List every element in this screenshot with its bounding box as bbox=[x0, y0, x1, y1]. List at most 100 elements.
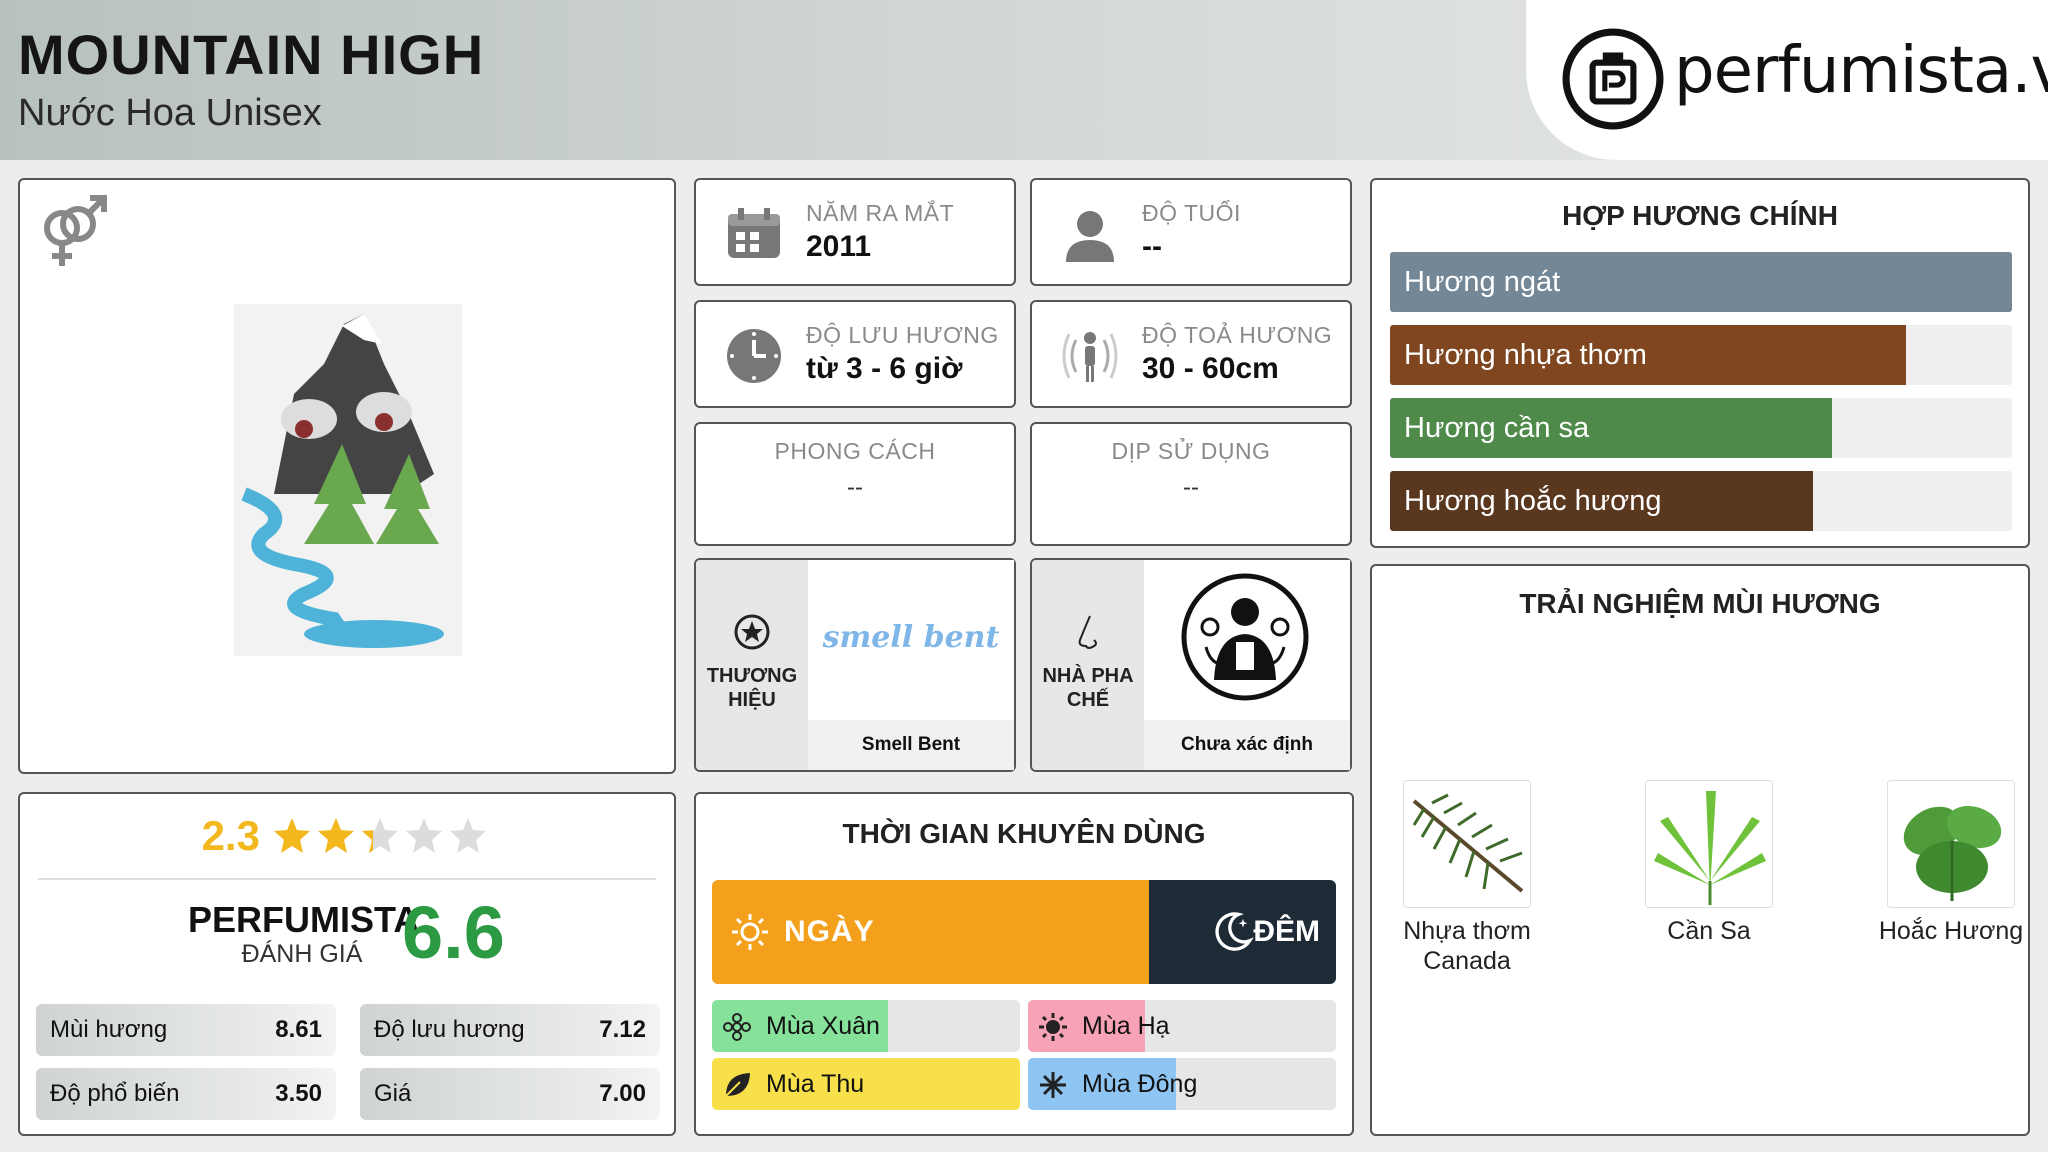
user-rating: 2.3 bbox=[20, 812, 674, 862]
sillage-icon bbox=[1062, 332, 1118, 382]
logo-text: perfumista.vn bbox=[1674, 34, 2048, 108]
header: MOUNTAIN HIGH Nước Hoa Unisex perfumista… bbox=[0, 0, 2048, 160]
occasion-card: DỊP SỬ DỤNG -- bbox=[1030, 422, 1352, 546]
rating-stars bbox=[272, 816, 492, 856]
season-label: Mùa Xuân bbox=[766, 1012, 880, 1040]
note-item[interactable]: Cần Sa bbox=[1624, 780, 1794, 946]
page-subtitle: Nước Hoa Unisex bbox=[18, 92, 322, 134]
perfumista-sub-label: ĐÁNH GIÁ bbox=[241, 940, 363, 968]
age-value: -- bbox=[1142, 230, 1162, 263]
note-label: Cần Sa bbox=[1667, 917, 1751, 945]
day-night-bar: NGÀY ĐÊM bbox=[712, 880, 1336, 984]
day-portion: NGÀY bbox=[712, 880, 1149, 984]
perfumer-card[interactable]: NHÀ PHA CHẾ Chưa xác định bbox=[1030, 558, 1352, 772]
sillage-value: 30 - 60cm bbox=[1142, 352, 1279, 385]
note-item[interactable]: Hoắc Hương bbox=[1866, 780, 2036, 946]
score-longevity: Độ lưu hương 7.12 bbox=[360, 1004, 660, 1056]
night-label: ĐÊM bbox=[1253, 915, 1320, 948]
season-spring: Mùa Xuân bbox=[712, 1000, 1020, 1052]
star-icon bbox=[450, 818, 487, 853]
brand-logo: smell bent bbox=[822, 620, 1000, 655]
moon-icon bbox=[1215, 912, 1254, 951]
clock-icon bbox=[727, 329, 781, 383]
flower-icon bbox=[723, 1013, 751, 1041]
score-label: Mùi hương bbox=[50, 1016, 168, 1043]
accord-bar: Hương hoắc hương bbox=[1390, 471, 2012, 531]
perfumer-side-panel: NHÀ PHA CHẾ bbox=[1032, 560, 1144, 770]
time-title: THỜI GIAN KHUYÊN DÙNG bbox=[842, 818, 1206, 849]
night-portion: ĐÊM bbox=[1148, 880, 1336, 984]
note-item[interactable]: Nhựa thơm Canada bbox=[1382, 780, 1552, 976]
score-value: 7.00 bbox=[599, 1080, 646, 1107]
accords-title: HỢP HƯƠNG CHÍNH bbox=[1562, 200, 1838, 231]
perfumer-label: NHÀ PHA CHẾ bbox=[1042, 665, 1134, 711]
longevity-label: ĐỘ LƯU HƯƠNG bbox=[806, 322, 999, 348]
star-icon bbox=[406, 818, 443, 853]
logo[interactable]: perfumista.vn bbox=[1526, 0, 2048, 160]
score-label: Độ phổ biến bbox=[50, 1080, 180, 1107]
accord-label: Hương nhựa thơm bbox=[1404, 339, 1647, 371]
accord-bar: Hương nhựa thơm bbox=[1390, 325, 2012, 385]
style-card: PHONG CÁCH -- bbox=[694, 422, 1016, 546]
season-label: Mùa Thu bbox=[766, 1070, 865, 1098]
season-autumn: Mùa Thu bbox=[712, 1058, 1020, 1110]
unisex-gender-icon bbox=[44, 195, 107, 266]
rating-value: 2.3 bbox=[201, 812, 260, 859]
cannabis-leaf-icon bbox=[1645, 780, 1773, 908]
star-badge-icon bbox=[734, 614, 770, 650]
score-scent: Mùi hương 8.61 bbox=[36, 1004, 336, 1056]
recommended-time-card: THỜI GIAN KHUYÊN DÙNG NGÀY ĐÊM Mùa Xuân … bbox=[694, 792, 1354, 1136]
release-year-label: NĂM RA MẮT bbox=[806, 200, 955, 226]
perfumista-score: 6.6 bbox=[402, 891, 505, 974]
occasion-value: -- bbox=[1183, 474, 1199, 501]
nose-icon bbox=[1078, 615, 1097, 649]
style-value: -- bbox=[847, 474, 863, 501]
release-year-value: 2011 bbox=[806, 230, 872, 263]
season-label: Mùa Đông bbox=[1082, 1070, 1198, 1098]
patchouli-leaf-icon bbox=[1887, 780, 2015, 908]
perfumer-avatar-icon bbox=[1181, 573, 1309, 701]
rating-card: 2.3 PERFUMISTA ĐÁNH GIÁ 6.6 Mùi hương 8.… bbox=[18, 792, 676, 1136]
accord-label: Hương cần sa bbox=[1404, 412, 1590, 444]
sillage-label: ĐỘ TOẢ HƯƠNG bbox=[1142, 322, 1333, 348]
perfume-bottle-image bbox=[234, 304, 462, 656]
brand-card[interactable]: THƯƠNG HIỆU smell bent Smell Bent bbox=[694, 558, 1016, 772]
perfume-image-card bbox=[18, 178, 676, 774]
release-year-card: NĂM RA MẮT 2011 bbox=[694, 178, 1016, 286]
season-summer: Mùa Hạ bbox=[1028, 1000, 1336, 1052]
score-value: 3.50 bbox=[275, 1080, 322, 1107]
perfumer-name: Chưa xác định bbox=[1144, 720, 1350, 770]
day-label: NGÀY bbox=[784, 915, 875, 948]
style-label: PHONG CÁCH bbox=[774, 438, 936, 464]
star-icon bbox=[362, 818, 399, 853]
brand-name: Smell Bent bbox=[808, 720, 1014, 770]
score-popularity: Độ phổ biến 3.50 bbox=[36, 1068, 336, 1120]
note-label: Hoắc Hương bbox=[1878, 917, 2024, 945]
perfumer-image-area bbox=[1144, 560, 1350, 714]
fir-branch-icon bbox=[1403, 780, 1531, 908]
score-value: 8.61 bbox=[275, 1016, 322, 1043]
star-icon bbox=[318, 818, 355, 853]
accord-bar: Hương ngát bbox=[1390, 252, 2012, 312]
accord-bar: Hương cần sa bbox=[1390, 398, 2012, 458]
sun-icon bbox=[732, 914, 768, 950]
divider bbox=[38, 878, 656, 880]
brand-side-panel: THƯƠNG HIỆU bbox=[696, 560, 808, 770]
longevity-card: ĐỘ LƯU HƯƠNG từ 3 - 6 giờ bbox=[694, 300, 1016, 408]
age-label: ĐỘ TUỔI bbox=[1142, 200, 1241, 226]
season-winter: Mùa Đông bbox=[1028, 1058, 1336, 1110]
occasion-label: DỊP SỬ DỤNG bbox=[1111, 438, 1271, 464]
main-accords-card: HỢP HƯƠNG CHÍNH Hương ngát Hương nhựa thơ… bbox=[1370, 178, 2030, 548]
brand-label: THƯƠNG HIỆU bbox=[706, 665, 798, 711]
note-label: Nhựa thơm Canada bbox=[1403, 917, 1531, 975]
longevity-value: từ 3 - 6 giờ bbox=[806, 352, 963, 385]
season-label: Mùa Hạ bbox=[1082, 1012, 1170, 1040]
score-value: 7.12 bbox=[599, 1016, 646, 1043]
calendar-icon bbox=[728, 208, 780, 258]
season-fill bbox=[712, 1058, 1020, 1110]
age-card: ĐỘ TUỔI -- bbox=[1030, 178, 1352, 286]
star-icon bbox=[274, 818, 311, 853]
sun-icon bbox=[1039, 1013, 1067, 1041]
experience-title: TRẢI NGHIỆM MÙI HƯƠNG bbox=[1519, 588, 1881, 619]
perfume-bottle-logo-icon bbox=[1562, 28, 1664, 130]
